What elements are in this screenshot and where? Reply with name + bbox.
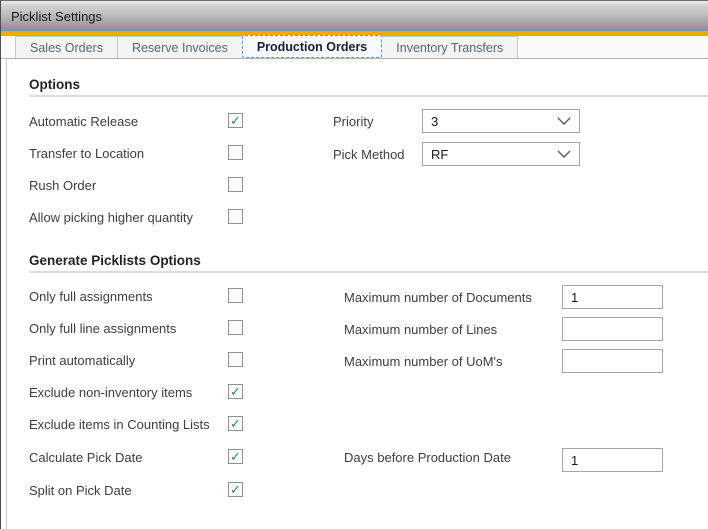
content-left-edge-line (6, 59, 7, 529)
tab-content-production-orders: Options Automatic Release Transfer to Lo… (1, 59, 708, 529)
tab-inventory-transfers[interactable]: Inventory Transfers (381, 36, 518, 58)
label-only-full-line-assignments: Only full line assignments (29, 321, 176, 337)
tab-reserve-invoices[interactable]: Reserve Invoices (117, 36, 243, 58)
tab-bar: Sales Orders Reserve Invoices Production… (1, 36, 708, 59)
label-allow-picking-higher-quantity: Allow picking higher quantity (29, 210, 193, 226)
label-exclude-items-in-counting-lists: Exclude items in Counting Lists (29, 417, 210, 433)
label-maximum-number-of-lines: Maximum number of Lines (344, 322, 497, 338)
checkbox-allow-picking-higher-quantity[interactable] (228, 209, 243, 224)
label-maximum-number-of-documents: Maximum number of Documents (344, 290, 532, 306)
checkbox-only-full-line-assignments[interactable] (228, 320, 243, 335)
checkbox-transfer-to-location[interactable] (228, 145, 243, 160)
priority-dropdown[interactable]: 3 (422, 109, 580, 133)
section-divider (29, 95, 708, 97)
label-split-on-pick-date: Split on Pick Date (29, 483, 132, 499)
window-titlebar[interactable]: Picklist Settings (1, 1, 708, 31)
label-exclude-non-inventory-items: Exclude non-inventory items (29, 385, 192, 401)
label-automatic-release: Automatic Release (29, 114, 138, 130)
label-priority: Priority (333, 114, 373, 130)
max-lines-input[interactable] (562, 317, 663, 341)
checkbox-automatic-release[interactable] (228, 113, 243, 128)
label-calculate-pick-date: Calculate Pick Date (29, 450, 142, 466)
label-rush-order: Rush Order (29, 178, 96, 194)
chevron-down-icon (557, 150, 571, 158)
priority-selected-value: 3 (431, 114, 557, 129)
chevron-down-icon (557, 117, 571, 125)
label-pick-method: Pick Method (333, 147, 405, 163)
tab-production-orders[interactable]: Production Orders (242, 35, 382, 58)
pick-method-dropdown[interactable]: RF (422, 142, 580, 166)
checkbox-only-full-assignments[interactable] (228, 288, 243, 303)
max-uoms-input[interactable] (562, 349, 663, 373)
window-title: Picklist Settings (11, 9, 102, 24)
checkbox-split-on-pick-date[interactable] (228, 482, 243, 497)
section-divider (29, 271, 708, 273)
checkbox-exclude-items-in-counting-lists[interactable] (228, 416, 243, 431)
label-maximum-number-of-uoms: Maximum number of UoM's (344, 354, 503, 370)
tab-sales-orders[interactable]: Sales Orders (15, 36, 118, 58)
days-before-production-date-input[interactable] (562, 448, 663, 472)
checkbox-rush-order[interactable] (228, 177, 243, 192)
checkbox-calculate-pick-date[interactable] (228, 449, 243, 464)
checkbox-print-automatically[interactable] (228, 352, 243, 367)
label-print-automatically: Print automatically (29, 353, 135, 369)
section-title-generate-picklists-options: Generate Picklists Options (29, 253, 201, 268)
picklist-settings-window: Picklist Settings Sales Orders Reserve I… (0, 0, 708, 529)
label-only-full-assignments: Only full assignments (29, 289, 153, 305)
section-title-options: Options (29, 77, 80, 92)
checkbox-exclude-non-inventory-items[interactable] (228, 384, 243, 399)
max-documents-input[interactable] (562, 285, 663, 309)
pick-method-selected-value: RF (431, 147, 557, 162)
label-days-before-production-date: Days before Production Date (344, 450, 511, 466)
label-transfer-to-location: Transfer to Location (29, 146, 144, 162)
